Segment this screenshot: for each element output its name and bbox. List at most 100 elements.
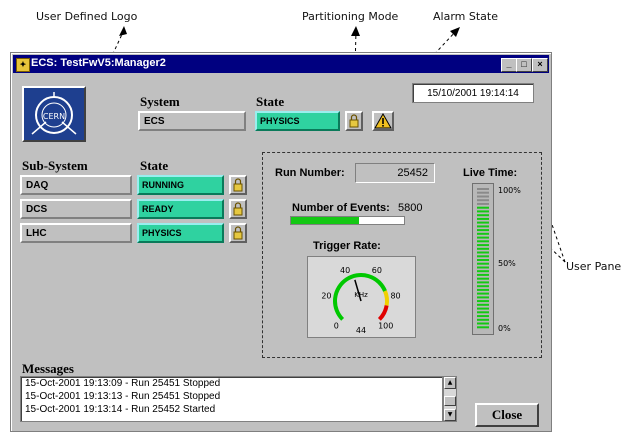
live-time-segment	[477, 303, 489, 306]
title-bar[interactable]: ✦ ECS: TestFwV5:Manager2 _ □ ×	[13, 55, 549, 73]
app-icon: ✦	[16, 58, 30, 72]
events-label: Number of Events:	[292, 202, 390, 214]
lock-icon	[233, 202, 243, 216]
live-time-bar	[472, 183, 494, 335]
live-time-segment	[477, 229, 489, 232]
live-time-segment	[477, 277, 489, 280]
messages-header: Messages	[22, 361, 74, 376]
live-time-segment	[477, 311, 489, 314]
live-time-segment	[477, 318, 489, 321]
messages-list[interactable]: 15-Oct-2001 19:13:09 - Run 25451 Stopped…	[20, 376, 443, 422]
gauge-tick-label: 0	[334, 322, 339, 331]
alarm-state-button[interactable]	[372, 111, 394, 131]
gauge-tick-label: 40	[340, 266, 350, 275]
trigger-rate-label: Trigger Rate:	[313, 240, 381, 252]
subsystem-state-daq[interactable]: RUNNING	[137, 175, 224, 195]
annotation-alarm-state: Alarm State	[433, 10, 498, 23]
live-time-segment	[477, 262, 489, 265]
events-progress-fill	[291, 217, 359, 224]
live-time-segment	[477, 315, 489, 318]
trigger-rate-gauge: 0 20 40 60 80 100 KHz 44	[321, 266, 400, 335]
cern-logo-text: CERN	[43, 112, 65, 121]
live-time-segment	[477, 244, 489, 247]
events-progress-bar	[290, 216, 405, 225]
live-time-segment	[477, 247, 489, 250]
live-time-segment	[477, 202, 489, 205]
live-time-segment	[477, 255, 489, 258]
subsystem-name-dcs[interactable]: DCS	[20, 199, 132, 219]
run-number-label: Run Number:	[275, 167, 345, 179]
scroll-thumb[interactable]	[444, 396, 456, 406]
annotation-partitioning-mode: Partitioning Mode	[302, 10, 399, 23]
live-time-segment	[477, 217, 489, 220]
gauge-value: 44	[356, 326, 366, 335]
live-time-segment	[477, 322, 489, 325]
trigger-rate-gauge-panel: 0 20 40 60 80 100 KHz 44	[307, 256, 416, 338]
live-time-segment	[477, 270, 489, 273]
live-time-segment	[477, 214, 489, 217]
datetime-display: 15/10/2001 19:14:14	[412, 83, 534, 103]
annotation-user-pane: User Pane	[566, 260, 622, 273]
messages-scrollbar[interactable]: ▲ ▼	[443, 376, 457, 422]
system-state-field[interactable]: PHYSICS	[255, 111, 340, 131]
system-header: System	[140, 94, 180, 109]
live-time-segment	[477, 195, 489, 198]
live-time-segment	[477, 326, 489, 329]
live-time-segment	[477, 288, 489, 291]
cern-logo: CERN	[22, 86, 86, 142]
subsystem-state-dcs[interactable]: READY	[137, 199, 224, 219]
live-time-segment	[477, 285, 489, 288]
gauge-unit: KHz	[354, 291, 368, 299]
gauge-tick-label: 80	[390, 292, 400, 301]
live-time-segment	[477, 210, 489, 213]
live-time-segment	[477, 292, 489, 295]
gauge-arc-yellow	[383, 290, 389, 306]
live-time-bar-fill	[477, 188, 489, 329]
message-line: 15-Oct-2001 19:13:14 - Run 25452 Started	[25, 404, 216, 415]
live-time-segment	[477, 259, 489, 261]
scroll-up-button[interactable]: ▲	[444, 377, 456, 389]
events-value: 5800	[398, 202, 423, 214]
subsystem-state-lhc[interactable]: PHYSICS	[137, 223, 224, 243]
gauge-tick-label: 20	[321, 292, 331, 301]
subsystem-name-lhc[interactable]: LHC	[20, 223, 132, 243]
close-window-button[interactable]: ×	[532, 58, 548, 72]
live-time-segment	[477, 240, 489, 243]
live-time-segment	[477, 225, 489, 228]
live-tick-0: 0%	[498, 324, 511, 333]
system-name-field[interactable]: ECS	[138, 111, 246, 131]
gauge-tick-label: 60	[372, 266, 382, 275]
gauge-arc-red	[377, 304, 389, 321]
subsystem-lock-lhc[interactable]	[229, 223, 247, 243]
alarm-warning-icon	[374, 112, 392, 129]
message-line: 15-Oct-2001 19:13:09 - Run 25451 Stopped	[25, 378, 221, 389]
live-time-segment	[477, 191, 489, 194]
run-number-value: 25452	[355, 163, 435, 183]
subsystem-name-daq[interactable]: DAQ	[20, 175, 132, 195]
maximize-button[interactable]: □	[516, 58, 532, 72]
scroll-down-button[interactable]: ▼	[444, 409, 456, 421]
live-tick-100: 100%	[498, 186, 521, 195]
minimize-button[interactable]: _	[501, 58, 517, 72]
live-time-segment	[477, 307, 489, 310]
live-tick-50: 50%	[498, 259, 516, 268]
partitioning-lock-button[interactable]	[345, 111, 363, 131]
lock-icon	[233, 226, 243, 240]
close-button[interactable]: Close	[475, 403, 539, 427]
system-state-header: State	[256, 94, 285, 109]
lock-icon	[349, 114, 359, 128]
live-time-segment	[477, 296, 489, 299]
subsystem-header: Sub-System	[22, 158, 88, 173]
cern-logo-icon: CERN	[31, 92, 77, 135]
live-time-segment	[477, 236, 489, 239]
subsystem-lock-dcs[interactable]	[229, 199, 247, 219]
window-title: ECS: TestFwV5:Manager2	[31, 57, 166, 69]
live-time-segment	[477, 300, 489, 303]
live-time-segment	[477, 221, 489, 224]
subsystem-lock-daq[interactable]	[229, 175, 247, 195]
live-time-segment	[477, 199, 489, 202]
live-time-label: Live Time:	[463, 167, 518, 179]
lock-icon	[233, 178, 243, 192]
live-time-segment	[477, 251, 489, 254]
live-time-segment	[477, 273, 489, 276]
